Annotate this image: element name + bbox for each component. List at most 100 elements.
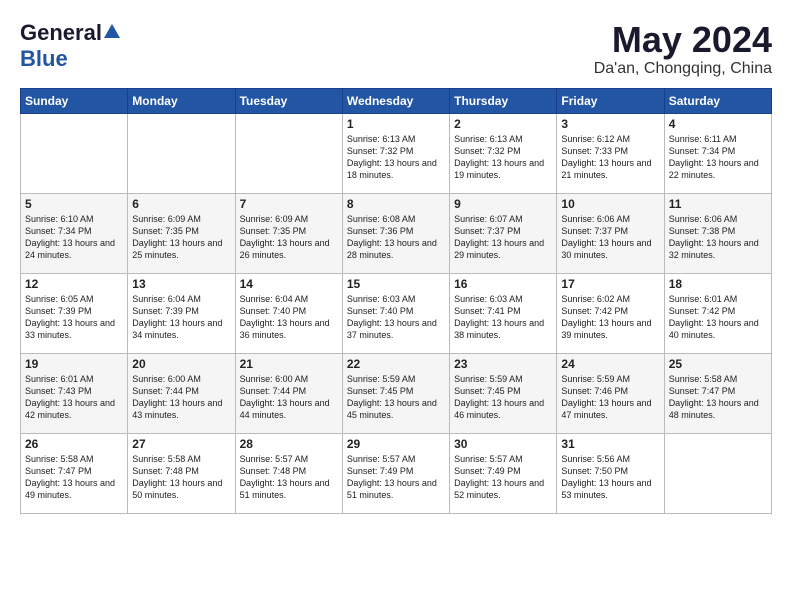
day-info: Sunrise: 5:58 AM Sunset: 7:47 PM Dayligh… (25, 453, 123, 502)
calendar-cell: 26 Sunrise: 5:58 AM Sunset: 7:47 PM Dayli… (21, 433, 128, 513)
calendar-cell: 20 Sunrise: 6:00 AM Sunset: 7:44 PM Dayli… (128, 353, 235, 433)
day-number: 8 (347, 197, 445, 211)
logo-general: General (20, 20, 102, 46)
day-info: Sunrise: 6:09 AM Sunset: 7:35 PM Dayligh… (240, 213, 338, 262)
day-number: 16 (454, 277, 552, 291)
day-info: Sunrise: 6:13 AM Sunset: 7:32 PM Dayligh… (454, 133, 552, 182)
day-number: 12 (25, 277, 123, 291)
day-number: 26 (25, 437, 123, 451)
day-number: 30 (454, 437, 552, 451)
day-info: Sunrise: 6:01 AM Sunset: 7:43 PM Dayligh… (25, 373, 123, 422)
day-number: 10 (561, 197, 659, 211)
day-info: Sunrise: 6:04 AM Sunset: 7:40 PM Dayligh… (240, 293, 338, 342)
logo: General Blue (20, 20, 120, 72)
day-info: Sunrise: 5:59 AM Sunset: 7:45 PM Dayligh… (347, 373, 445, 422)
day-number: 31 (561, 437, 659, 451)
day-number: 25 (669, 357, 767, 371)
calendar-cell: 2 Sunrise: 6:13 AM Sunset: 7:32 PM Daylig… (450, 113, 557, 193)
day-header: Friday (557, 88, 664, 113)
calendar-cell: 14 Sunrise: 6:04 AM Sunset: 7:40 PM Dayli… (235, 273, 342, 353)
day-number: 24 (561, 357, 659, 371)
calendar-cell: 5 Sunrise: 6:10 AM Sunset: 7:34 PM Daylig… (21, 193, 128, 273)
day-number: 22 (347, 357, 445, 371)
day-header: Saturday (664, 88, 771, 113)
day-number: 3 (561, 117, 659, 131)
day-number: 13 (132, 277, 230, 291)
page-header: General Blue May 2024 Da'an, Chongqing, … (20, 20, 772, 78)
day-number: 27 (132, 437, 230, 451)
day-number: 20 (132, 357, 230, 371)
day-info: Sunrise: 5:59 AM Sunset: 7:46 PM Dayligh… (561, 373, 659, 422)
day-number: 18 (669, 277, 767, 291)
calendar-cell: 12 Sunrise: 6:05 AM Sunset: 7:39 PM Dayli… (21, 273, 128, 353)
day-header: Thursday (450, 88, 557, 113)
day-info: Sunrise: 6:05 AM Sunset: 7:39 PM Dayligh… (25, 293, 123, 342)
day-info: Sunrise: 6:03 AM Sunset: 7:40 PM Dayligh… (347, 293, 445, 342)
day-number: 2 (454, 117, 552, 131)
day-number: 19 (25, 357, 123, 371)
day-info: Sunrise: 5:59 AM Sunset: 7:45 PM Dayligh… (454, 373, 552, 422)
calendar-cell: 6 Sunrise: 6:09 AM Sunset: 7:35 PM Daylig… (128, 193, 235, 273)
calendar-cell: 15Sunrise: 6:03 AM Sunset: 7:40 PM Dayli… (342, 273, 449, 353)
calendar-cell: 18 Sunrise: 6:01 AM Sunset: 7:42 PM Dayli… (664, 273, 771, 353)
day-info: Sunrise: 5:57 AM Sunset: 7:48 PM Dayligh… (240, 453, 338, 502)
calendar-cell: 3 Sunrise: 6:12 AM Sunset: 7:33 PM Daylig… (557, 113, 664, 193)
day-header: Sunday (21, 88, 128, 113)
calendar-cell: 8 Sunrise: 6:08 AM Sunset: 7:36 PM Daylig… (342, 193, 449, 273)
day-info: Sunrise: 5:57 AM Sunset: 7:49 PM Dayligh… (454, 453, 552, 502)
calendar-table: SundayMondayTuesdayWednesdayThursdayFrid… (20, 88, 772, 514)
day-info: Sunrise: 6:07 AM Sunset: 7:37 PM Dayligh… (454, 213, 552, 262)
day-number: 1 (347, 117, 445, 131)
day-info: Sunrise: 6:08 AM Sunset: 7:36 PM Dayligh… (347, 213, 445, 262)
calendar-cell (128, 113, 235, 193)
day-header: Tuesday (235, 88, 342, 113)
day-info: Sunrise: 6:00 AM Sunset: 7:44 PM Dayligh… (240, 373, 338, 422)
calendar-cell: 4 Sunrise: 6:11 AM Sunset: 7:34 PM Daylig… (664, 113, 771, 193)
day-info: Sunrise: 5:57 AM Sunset: 7:49 PM Dayligh… (347, 453, 445, 502)
calendar-cell: 22 Sunrise: 5:59 AM Sunset: 7:45 PM Dayli… (342, 353, 449, 433)
calendar-cell: 10 Sunrise: 6:06 AM Sunset: 7:37 PM Dayli… (557, 193, 664, 273)
month-title: May 2024 (594, 20, 772, 60)
calendar-cell: 13Sunrise: 6:04 AM Sunset: 7:39 PM Dayli… (128, 273, 235, 353)
day-info: Sunrise: 6:00 AM Sunset: 7:44 PM Dayligh… (132, 373, 230, 422)
day-header: Monday (128, 88, 235, 113)
logo-icon (104, 24, 120, 43)
calendar-cell: 17Sunrise: 6:02 AM Sunset: 7:42 PM Dayli… (557, 273, 664, 353)
day-info: Sunrise: 6:10 AM Sunset: 7:34 PM Dayligh… (25, 213, 123, 262)
calendar-cell (664, 433, 771, 513)
day-number: 11 (669, 197, 767, 211)
day-info: Sunrise: 5:58 AM Sunset: 7:47 PM Dayligh… (669, 373, 767, 422)
day-info: Sunrise: 6:13 AM Sunset: 7:32 PM Dayligh… (347, 133, 445, 182)
day-number: 4 (669, 117, 767, 131)
day-number: 9 (454, 197, 552, 211)
day-number: 5 (25, 197, 123, 211)
calendar-cell: 23Sunrise: 5:59 AM Sunset: 7:45 PM Dayli… (450, 353, 557, 433)
calendar-cell: 19 Sunrise: 6:01 AM Sunset: 7:43 PM Dayli… (21, 353, 128, 433)
day-info: Sunrise: 6:01 AM Sunset: 7:42 PM Dayligh… (669, 293, 767, 342)
calendar-cell: 11Sunrise: 6:06 AM Sunset: 7:38 PM Dayli… (664, 193, 771, 273)
calendar-cell: 25 Sunrise: 5:58 AM Sunset: 7:47 PM Dayli… (664, 353, 771, 433)
day-info: Sunrise: 6:12 AM Sunset: 7:33 PM Dayligh… (561, 133, 659, 182)
calendar-cell: 9 Sunrise: 6:07 AM Sunset: 7:37 PM Daylig… (450, 193, 557, 273)
calendar-cell: 31 Sunrise: 5:56 AM Sunset: 7:50 PM Dayli… (557, 433, 664, 513)
calendar-cell: 28Sunrise: 5:57 AM Sunset: 7:48 PM Dayli… (235, 433, 342, 513)
calendar-cell: 21Sunrise: 6:00 AM Sunset: 7:44 PM Dayli… (235, 353, 342, 433)
location: Da'an, Chongqing, China (594, 60, 772, 78)
calendar-cell: 29 Sunrise: 5:57 AM Sunset: 7:49 PM Dayli… (342, 433, 449, 513)
day-info: Sunrise: 5:56 AM Sunset: 7:50 PM Dayligh… (561, 453, 659, 502)
calendar-cell (21, 113, 128, 193)
calendar-cell: 16 Sunrise: 6:03 AM Sunset: 7:41 PM Dayli… (450, 273, 557, 353)
day-number: 7 (240, 197, 338, 211)
day-info: Sunrise: 6:11 AM Sunset: 7:34 PM Dayligh… (669, 133, 767, 182)
day-number: 14 (240, 277, 338, 291)
calendar-cell (235, 113, 342, 193)
day-info: Sunrise: 6:09 AM Sunset: 7:35 PM Dayligh… (132, 213, 230, 262)
day-info: Sunrise: 6:03 AM Sunset: 7:41 PM Dayligh… (454, 293, 552, 342)
calendar-cell: 24 Sunrise: 5:59 AM Sunset: 7:46 PM Dayli… (557, 353, 664, 433)
calendar-cell: 30 Sunrise: 5:57 AM Sunset: 7:49 PM Dayli… (450, 433, 557, 513)
day-info: Sunrise: 6:06 AM Sunset: 7:37 PM Dayligh… (561, 213, 659, 262)
calendar-cell: 1 Sunrise: 6:13 AM Sunset: 7:32 PM Daylig… (342, 113, 449, 193)
day-number: 6 (132, 197, 230, 211)
day-number: 29 (347, 437, 445, 451)
day-header: Wednesday (342, 88, 449, 113)
